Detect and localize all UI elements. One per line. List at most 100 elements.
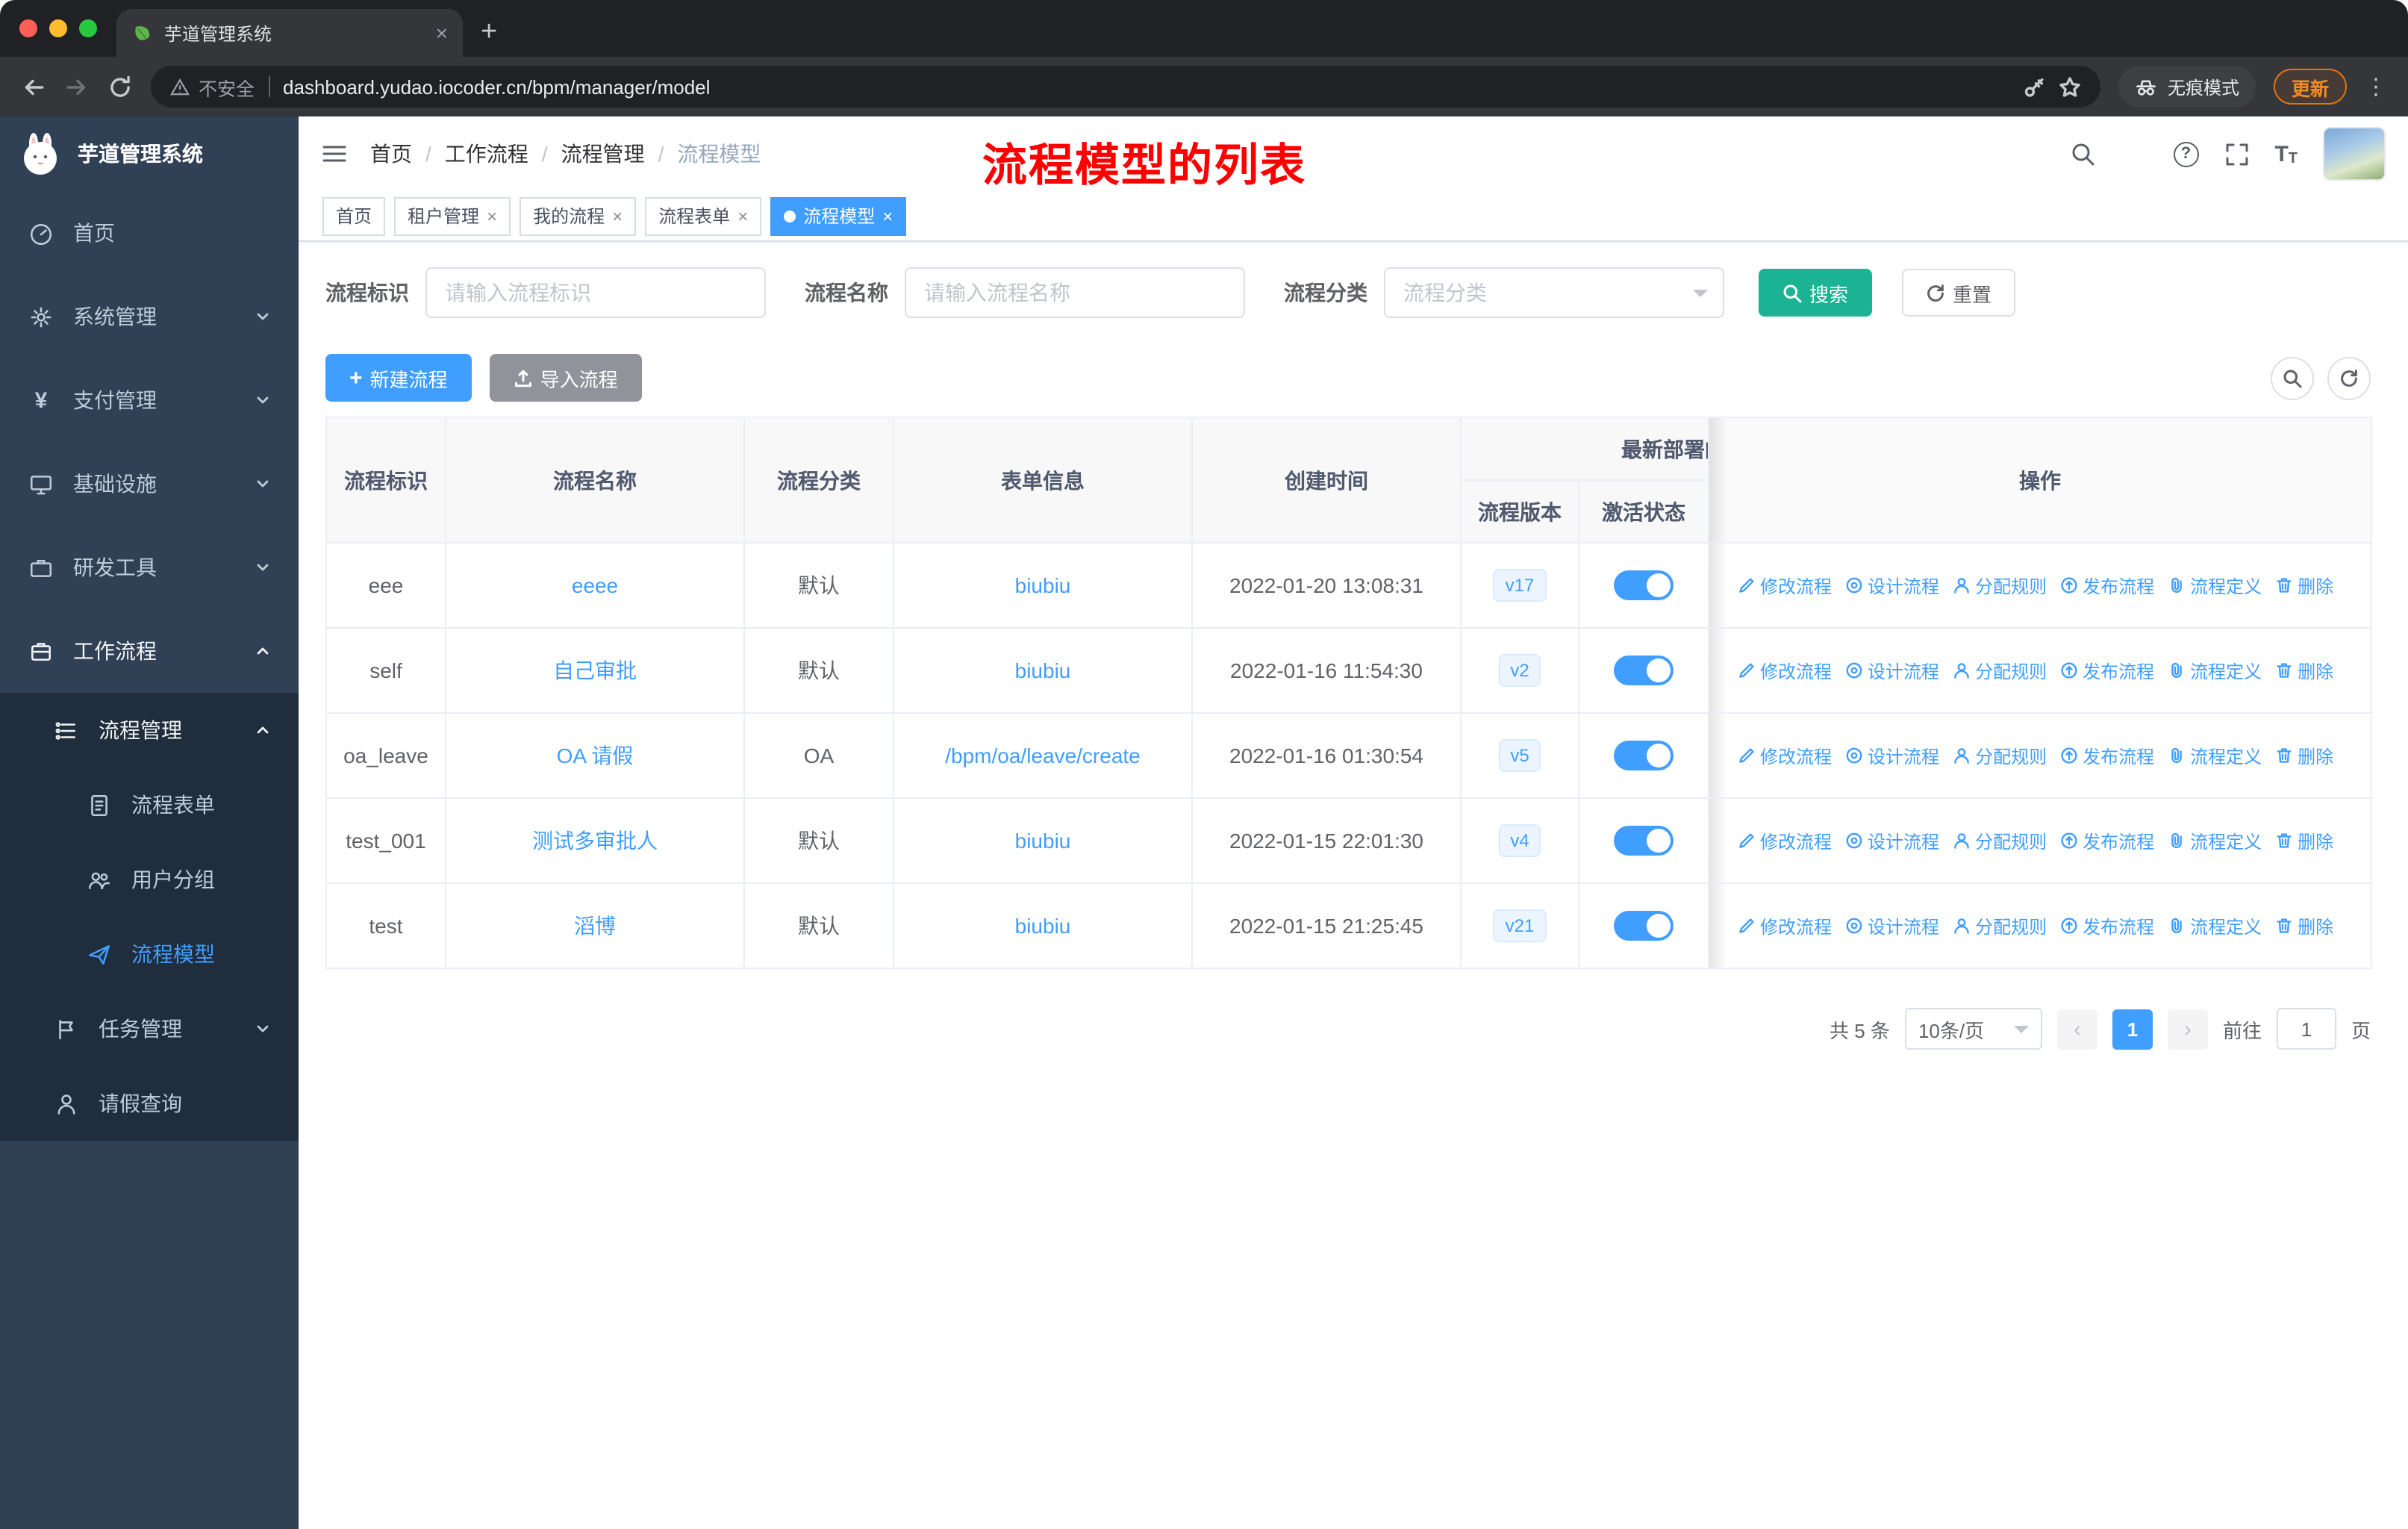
publish-process-action[interactable]: 发布流程 [2060, 913, 2154, 938]
active-toggle[interactable] [1614, 911, 1674, 941]
sidebar-item-payment[interactable]: ¥ 支付管理 [0, 358, 299, 442]
version-badge[interactable]: v5 [1498, 739, 1541, 772]
design-process-action[interactable]: 设计流程 [1845, 658, 1939, 683]
page-1-button[interactable]: 1 [2112, 1009, 2153, 1049]
maximize-window-button[interactable] [79, 19, 97, 37]
design-process-action[interactable]: 设计流程 [1845, 573, 1939, 598]
delete-action[interactable]: 删除 [2275, 573, 2333, 598]
tag-tenant[interactable]: 租户管理 × [394, 196, 511, 235]
fullscreen-icon[interactable] [2224, 141, 2249, 166]
github-icon[interactable] [2121, 140, 2147, 167]
process-definition-action[interactable]: 流程定义 [2168, 828, 2262, 853]
process-name-link[interactable]: 自己审批 [553, 658, 637, 682]
user-avatar[interactable] [2323, 127, 2386, 181]
process-name-link[interactable]: 滔博 [574, 914, 616, 938]
font-size-icon[interactable]: TT [2274, 141, 2298, 166]
publish-process-action[interactable]: 发布流程 [2060, 658, 2154, 683]
sidebar-item-process-form[interactable]: 流程表单 [0, 767, 299, 842]
edit-process-action[interactable]: 修改流程 [1738, 573, 1832, 598]
tag-close-icon[interactable]: × [737, 205, 748, 226]
process-name-link[interactable]: eeee [572, 573, 618, 597]
process-definition-action[interactable]: 流程定义 [2168, 658, 2262, 683]
process-name-link[interactable]: 测试多审批人 [532, 829, 658, 853]
delete-action[interactable]: 删除 [2275, 828, 2333, 853]
new-tab-button[interactable]: + [481, 16, 497, 49]
sidebar-item-process-model[interactable]: 流程模型 [0, 917, 299, 991]
tag-close-icon[interactable]: × [612, 205, 623, 226]
close-window-button[interactable] [19, 19, 37, 37]
process-definition-action[interactable]: 流程定义 [2168, 573, 2262, 598]
tag-home[interactable]: 首页 [322, 196, 386, 235]
active-toggle[interactable] [1614, 741, 1674, 770]
assign-rule-action[interactable]: 分配规则 [1953, 743, 2047, 768]
assign-rule-action[interactable]: 分配规则 [1953, 573, 2047, 598]
sidebar-item-user-group[interactable]: 用户分组 [0, 842, 299, 917]
sidebar-item-leave-query[interactable]: 请假查询 [0, 1066, 299, 1141]
sidebar-item-process-manage[interactable]: 流程管理 [0, 693, 299, 767]
edit-process-action[interactable]: 修改流程 [1738, 743, 1832, 768]
goto-page-input[interactable] [2276, 1008, 2336, 1050]
edit-process-action[interactable]: 修改流程 [1738, 828, 1832, 853]
form-info-link[interactable]: /bpm/oa/leave/create [945, 744, 1141, 767]
version-badge[interactable]: v4 [1498, 824, 1541, 857]
reset-button[interactable]: 重置 [1902, 269, 2016, 317]
show-search-button[interactable] [2271, 356, 2314, 399]
url-bar[interactable]: 不安全 dashboard.yudao.iocoder.cn/bpm/manag… [151, 66, 2100, 108]
design-process-action[interactable]: 设计流程 [1845, 828, 1939, 853]
page-size-select[interactable]: 10条/页 [1904, 1008, 2042, 1050]
browser-menu-icon[interactable]: ⋮ [2365, 73, 2387, 100]
assign-rule-action[interactable]: 分配规则 [1953, 658, 2047, 683]
breadcrumb-home[interactable]: 首页 [370, 139, 412, 169]
process-name-link[interactable]: OA 请假 [557, 744, 634, 767]
version-badge[interactable]: v21 [1493, 909, 1547, 942]
chrome-update-button[interactable]: 更新 [2273, 69, 2347, 105]
form-info-link[interactable]: biubiu [1015, 914, 1071, 938]
edit-process-action[interactable]: 修改流程 [1738, 913, 1832, 938]
version-badge[interactable]: v2 [1498, 654, 1541, 687]
publish-process-action[interactable]: 发布流程 [2060, 743, 2154, 768]
active-toggle[interactable] [1614, 570, 1674, 600]
help-icon[interactable]: ? [2173, 141, 2199, 166]
forward-icon[interactable] [64, 74, 90, 99]
back-icon[interactable] [21, 74, 46, 99]
tab-close-icon[interactable]: × [436, 21, 448, 45]
site-security-chip[interactable]: 不安全 [170, 72, 255, 101]
active-toggle[interactable] [1614, 655, 1674, 685]
bookmark-star-icon[interactable] [2059, 75, 2081, 98]
process-name-input[interactable] [905, 267, 1245, 318]
sidebar-item-task-manage[interactable]: 任务管理 [0, 991, 299, 1066]
publish-process-action[interactable]: 发布流程 [2060, 573, 2154, 598]
delete-action[interactable]: 删除 [2275, 658, 2333, 683]
tag-close-icon[interactable]: × [882, 205, 893, 226]
refresh-table-button[interactable] [2327, 356, 2371, 399]
form-info-link[interactable]: biubiu [1015, 829, 1071, 853]
category-select[interactable]: 流程分类 [1384, 267, 1724, 318]
tag-close-icon[interactable]: × [487, 205, 497, 226]
assign-rule-action[interactable]: 分配规则 [1953, 828, 2047, 853]
next-page-button[interactable]: › [2167, 1009, 2208, 1049]
create-process-button[interactable]: + 新建流程 [325, 354, 472, 402]
sidebar-item-infra[interactable]: 基础设施 [0, 442, 299, 526]
password-key-icon[interactable] [2023, 75, 2045, 98]
delete-action[interactable]: 删除 [2275, 913, 2333, 938]
delete-action[interactable]: 删除 [2275, 743, 2333, 768]
tag-process-form[interactable]: 流程表单 × [645, 196, 762, 235]
sidebar-item-devtools[interactable]: 研发工具 [0, 526, 299, 609]
sidebar-item-workflow[interactable]: 工作流程 [0, 609, 299, 693]
search-button[interactable]: 搜索 [1759, 269, 1873, 317]
design-process-action[interactable]: 设计流程 [1845, 913, 1939, 938]
breadcrumb-process-manage[interactable]: 流程管理 [561, 139, 645, 169]
hamburger-icon[interactable] [321, 140, 348, 167]
form-info-link[interactable]: biubiu [1015, 573, 1071, 597]
assign-rule-action[interactable]: 分配规则 [1953, 913, 2047, 938]
tag-process-model[interactable]: 流程模型 × [770, 196, 907, 235]
process-definition-action[interactable]: 流程定义 [2168, 913, 2262, 938]
minimize-window-button[interactable] [49, 19, 67, 37]
reload-icon[interactable] [107, 74, 133, 99]
design-process-action[interactable]: 设计流程 [1845, 743, 1939, 768]
sidebar-item-home[interactable]: 首页 [0, 191, 299, 275]
version-badge[interactable]: v17 [1493, 569, 1547, 602]
app-logo[interactable]: 芋道管理系统 [0, 116, 299, 191]
process-key-input[interactable] [425, 267, 766, 318]
breadcrumb-workflow[interactable]: 工作流程 [445, 139, 528, 169]
